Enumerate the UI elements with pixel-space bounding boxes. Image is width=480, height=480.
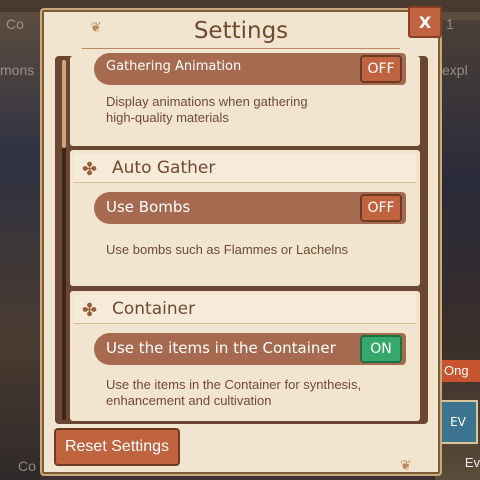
section-title: Container (112, 299, 196, 319)
section-title: Auto Gather (112, 158, 216, 178)
background-text-right: expl (442, 62, 468, 78)
section-header: ✤ Container (74, 295, 416, 324)
ornament-swirl-icon: ❦ (400, 458, 412, 474)
background-text-top-right: 1 (446, 16, 454, 32)
section-card-container: ✤ Container Use the items in the Contain… (70, 291, 420, 421)
background-left-side (0, 20, 40, 480)
background-event-label: Ev (464, 455, 480, 470)
background-text-top-left: Co (6, 16, 24, 32)
description-line: Use bombs such as Flammes or Lachelns (106, 242, 349, 257)
description-line: enhancement and cultivation (106, 393, 272, 408)
background-text-bottom-left: Co (18, 458, 36, 474)
clover-icon: ✤ (82, 300, 98, 321)
section-card-auto-gather: ✤ Auto Gather Use Bombs OFF Use bombs su… (70, 150, 420, 286)
close-button[interactable]: X (408, 6, 442, 38)
clover-icon: ✤ (82, 159, 98, 180)
section-card-animation: Gathering Animation OFF Display animatio… (70, 53, 420, 146)
background-badge: Ong (440, 360, 480, 382)
setting-row-gathering-animation: Gathering Animation OFF (94, 53, 406, 85)
ornament-swirl-icon: ❦ (90, 20, 102, 36)
reset-settings-button[interactable]: Reset Settings (54, 428, 180, 466)
toggle-gathering-animation[interactable]: OFF (360, 55, 402, 83)
setting-description: Display animations when gathering high-q… (106, 94, 308, 126)
scrollbar-thumb[interactable] (62, 60, 66, 148)
title-divider (82, 48, 400, 49)
description-line: high-quality materials (106, 110, 229, 125)
setting-label: Gathering Animation (106, 59, 242, 74)
setting-row-use-bombs: Use Bombs OFF (94, 192, 406, 224)
setting-label: Use the items in the Container (106, 339, 336, 357)
toggle-use-container[interactable]: ON (360, 335, 402, 363)
setting-description: Use the items in the Container for synth… (106, 377, 361, 409)
background-event-tile: EV (438, 400, 478, 444)
setting-label: Use Bombs (106, 198, 191, 216)
description-line: Use the items in the Container for synth… (106, 377, 362, 392)
toggle-use-bombs[interactable]: OFF (360, 194, 402, 222)
section-header: ✤ Auto Gather (74, 154, 416, 183)
setting-row-use-container: Use the items in the Container ON (94, 333, 406, 365)
setting-description: Use bombs such as Flammes or Lachelns (106, 242, 348, 258)
description-line: Display animations when gathering (106, 94, 308, 109)
background-text-left: mons (0, 62, 35, 78)
